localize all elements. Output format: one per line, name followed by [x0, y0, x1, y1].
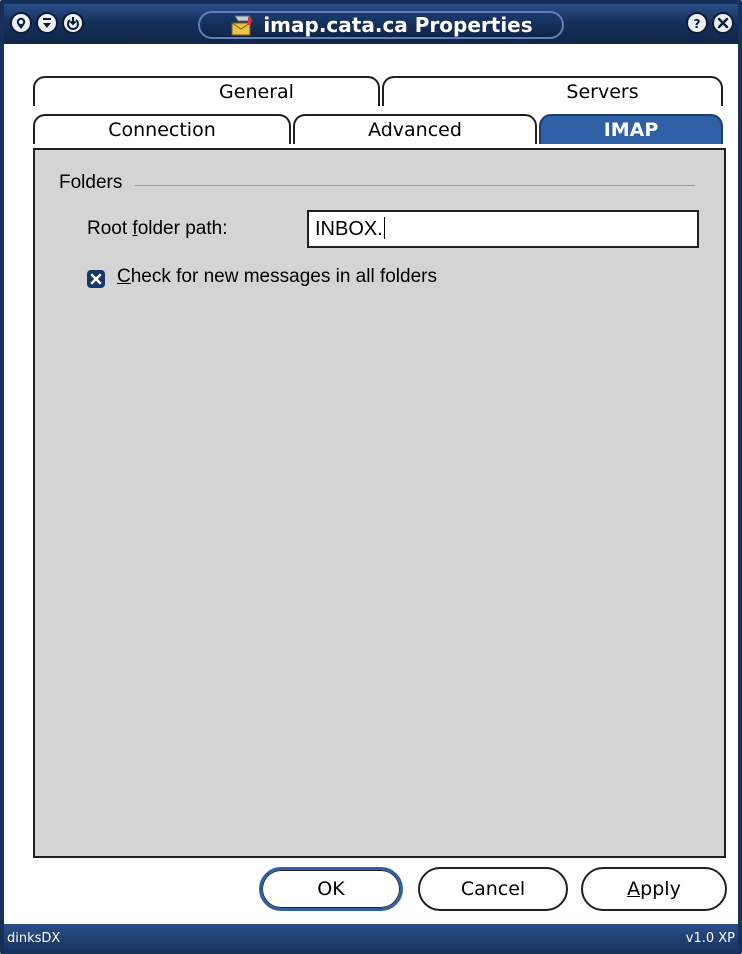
tab-imap[interactable]: IMAP — [539, 114, 723, 144]
tab-servers-label: Servers — [566, 81, 639, 103]
root-folder-path-value: INBOX. — [315, 218, 383, 240]
status-version: v1.0 XP — [685, 931, 735, 946]
cancel-button-label: Cancel — [460, 878, 526, 900]
status-bar: dinksDX v1.0 XP — [4, 924, 738, 950]
apply-button[interactable]: Apply — [581, 867, 727, 911]
ok-button[interactable]: OK — [259, 867, 403, 911]
tab-connection[interactable]: Connection — [33, 114, 291, 144]
window-title-text: imap.cata.ca Properties — [263, 13, 533, 37]
dialog-client-area: General Servers Connection Advanced IMAP… — [4, 44, 738, 924]
folders-group-divider — [135, 185, 695, 186]
imap-tab-panel: Folders Root folder path: INBOX. Check f… — [33, 148, 726, 858]
title-bar[interactable]: imap.cata.ca Properties ? — [4, 4, 738, 44]
tab-general[interactable]: General — [33, 76, 380, 106]
maximize-icon[interactable] — [62, 12, 84, 34]
minimize-icon[interactable] — [36, 12, 58, 34]
close-icon[interactable] — [712, 12, 734, 34]
help-icon[interactable]: ? — [686, 12, 708, 34]
text-caret — [383, 217, 385, 239]
properties-window: imap.cata.ca Properties ? General Server… — [0, 0, 742, 954]
tab-advanced-label: Advanced — [368, 119, 462, 141]
status-theme-name: dinksDX — [7, 931, 61, 946]
tab-connection-label: Connection — [108, 119, 216, 141]
check-all-folders-label-rest: heck for new messages in all folders — [130, 266, 437, 287]
check-all-folders-label-mnemonic: C — [117, 266, 131, 287]
apply-button-mnemonic: A — [627, 878, 641, 900]
window-title: imap.cata.ca Properties — [198, 11, 564, 39]
check-all-folders-checkbox[interactable] — [87, 270, 105, 288]
ok-button-label: OK — [317, 878, 345, 900]
root-folder-path-label: Root folder path: — [87, 218, 228, 240]
tab-servers[interactable]: Servers — [382, 76, 723, 106]
menu-icon[interactable] — [10, 12, 32, 34]
root-folder-path-label-post: older path: — [137, 218, 228, 239]
root-folder-path-label-pre: Root — [87, 218, 133, 239]
checkmark-x-icon — [90, 273, 102, 285]
tab-advanced[interactable]: Advanced — [293, 114, 537, 144]
folders-group-label: Folders — [59, 172, 123, 193]
tab-general-label: General — [219, 81, 294, 103]
check-all-folders-label[interactable]: Check for new messages in all folders — [117, 266, 437, 288]
cancel-button[interactable]: Cancel — [418, 867, 568, 911]
root-folder-path-input[interactable]: INBOX. — [307, 210, 699, 248]
svg-text:?: ? — [694, 17, 701, 30]
mailbox-icon — [229, 14, 255, 36]
tab-imap-label: IMAP — [603, 119, 659, 141]
apply-button-label-rest: pply — [640, 878, 681, 900]
